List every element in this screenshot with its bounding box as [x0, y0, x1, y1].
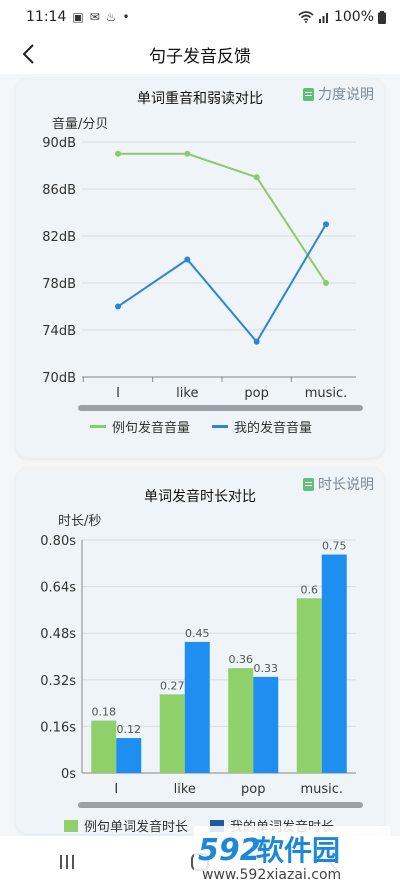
chart2-data-label: 0.12: [117, 723, 142, 736]
chart1-xtick-label: I: [116, 386, 120, 400]
duration-chart-card: 时长说明 单词发音时长对比 时长/秒 0s 0.16s 0.32s 0.48s 0.64…: [16, 468, 384, 835]
legend-line-blue: [212, 425, 229, 428]
chart2-legend-label-example: 例句单词发音时长: [84, 820, 189, 835]
chart2-bar-0: [228, 668, 254, 773]
chevron-back-icon: [327, 853, 339, 871]
app-notification-icon: ♨: [105, 10, 117, 24]
chart2-bar-0: [159, 694, 185, 773]
status-time: 11:14: [26, 9, 67, 25]
chart2-xtick-label: pop: [241, 782, 265, 797]
chart1-xtick-label: music.: [305, 386, 348, 400]
chart2-bar-0: [296, 598, 322, 773]
chart2-xtick-label: like: [174, 782, 196, 797]
chart2-data-label: 0.45: [185, 627, 210, 640]
chart2-data-label: 0.75: [322, 540, 347, 553]
chart1-ytick-label: 74dB: [42, 324, 76, 339]
chart2-legend-item-example[interactable]: 例句单词发音时长: [64, 816, 188, 835]
chart1-point: [115, 303, 121, 310]
chart2-ylabel: 时长/秒: [58, 514, 102, 529]
chart1-point: [323, 221, 329, 228]
page-title: 句子发音反馈: [149, 46, 251, 67]
more-notifications-icon: •: [122, 10, 130, 24]
chart1-series-line-0: [118, 152, 327, 284]
chart1-xtick-label: like: [176, 386, 198, 400]
home-button[interactable]: [180, 842, 220, 882]
chart2-bar-1: [253, 676, 279, 773]
status-right: 100%: [298, 9, 386, 25]
chart1-ytick-label: 86dB: [42, 183, 76, 198]
chart1-legend: 例句发音音量 我的发音音量: [90, 417, 334, 436]
battery-text: 100%: [333, 9, 374, 25]
chart2-scrollbar[interactable]: [78, 802, 363, 808]
legend-line-green: [90, 425, 106, 428]
chart1-ytick-label: 82dB: [42, 230, 76, 245]
back-nav-button[interactable]: [313, 842, 353, 882]
chart1-point: [253, 338, 260, 345]
signal-icon: [318, 13, 328, 23]
chart2-bar-1: [184, 641, 210, 773]
chart2-data-label: 0.6: [301, 583, 319, 596]
back-button[interactable]: [12, 38, 44, 70]
chart2-ytick-label: 0.64s: [40, 581, 76, 596]
chart1-ytick-label: 78dB: [42, 277, 76, 292]
recent-apps-icon: [59, 855, 74, 869]
status-bar: 11:14 ▣ ✉ ♨ • 100%: [0, 0, 400, 34]
chart1-title: 单词重音和弱读对比: [137, 91, 263, 107]
chart2-xtick-label: music.: [300, 782, 343, 797]
battery-icon: [378, 10, 386, 24]
chart2-legend: 例句单词发音时长 我的单词发音时长: [64, 816, 356, 835]
chart1-legend-label-example: 例句发音音量: [112, 421, 191, 436]
chart1-plot: 70dB 74dB 78dB 82dB 86dB 90dB I like pop music.: [42, 136, 356, 400]
chart1-point: [184, 150, 191, 157]
chart1-ytick-label: 70dB: [42, 371, 76, 386]
chevron-left-icon: [22, 44, 34, 64]
image-notification-icon: ▣: [72, 10, 84, 24]
chart2-legend-item-mine[interactable]: 我的单词发音时长: [210, 816, 334, 835]
chart2-data-label: 0.33: [254, 662, 279, 675]
chart1-legend-label-mine: 我的发音音量: [234, 421, 313, 436]
chart1-point: [115, 150, 121, 157]
chart2-data-label: 0.27: [160, 679, 185, 692]
chart2-legend-label-mine: 我的单词发音时长: [230, 820, 335, 835]
chart1-xtick-label: pop: [244, 386, 268, 400]
legend-box-green: [64, 819, 78, 832]
chart2-plot: 0s 0.16s 0.32s 0.48s 0.64s 0.80s 0.180.12 I 0.27…: [40, 534, 356, 797]
system-nav-bar: [0, 836, 400, 888]
chart2-title: 单词发音时长对比: [144, 489, 256, 505]
chart1-scrollbar[interactable]: [78, 405, 363, 411]
chart2-ytick-label: 0.48s: [40, 627, 76, 642]
chart1-legend-item-mine[interactable]: 我的发音音量: [212, 417, 312, 436]
chart1-legend-item-example[interactable]: 例句发音音量: [90, 417, 190, 436]
chart2-ytick-label: 0s: [61, 767, 76, 782]
status-left: 11:14 ▣ ✉ ♨ •: [26, 9, 130, 25]
chart1-point: [323, 280, 329, 286]
chart2-xtick-label: I: [114, 782, 118, 797]
chart2-bar-1: [116, 738, 142, 773]
home-icon: [190, 853, 209, 871]
recent-apps-button[interactable]: [47, 842, 87, 882]
chart2-data-label: 0.36: [229, 653, 254, 666]
chart1-ytick-label: 90dB: [42, 136, 76, 151]
stress-chart-card: 力度说明 单词重音和弱读对比 音量/分贝 70dB 74dB 78dB 82dB 86d…: [16, 78, 384, 458]
chart2-ytick-label: 0.16s: [40, 720, 76, 735]
chart1-point: [253, 174, 260, 181]
chart2-data-label: 0.18: [92, 706, 117, 719]
legend-box-blue: [210, 819, 225, 832]
chart2-ytick-label: 0.80s: [40, 534, 76, 549]
chart2-ytick-label: 0.32s: [40, 674, 76, 689]
wifi-icon: [298, 11, 314, 23]
chart1-point: [184, 256, 191, 263]
app-bar: 句子发音反馈: [0, 34, 400, 74]
chart2-bar-0: [91, 720, 117, 773]
mail-notification-icon: ✉: [89, 10, 100, 24]
chart2-bar-1: [321, 554, 347, 773]
